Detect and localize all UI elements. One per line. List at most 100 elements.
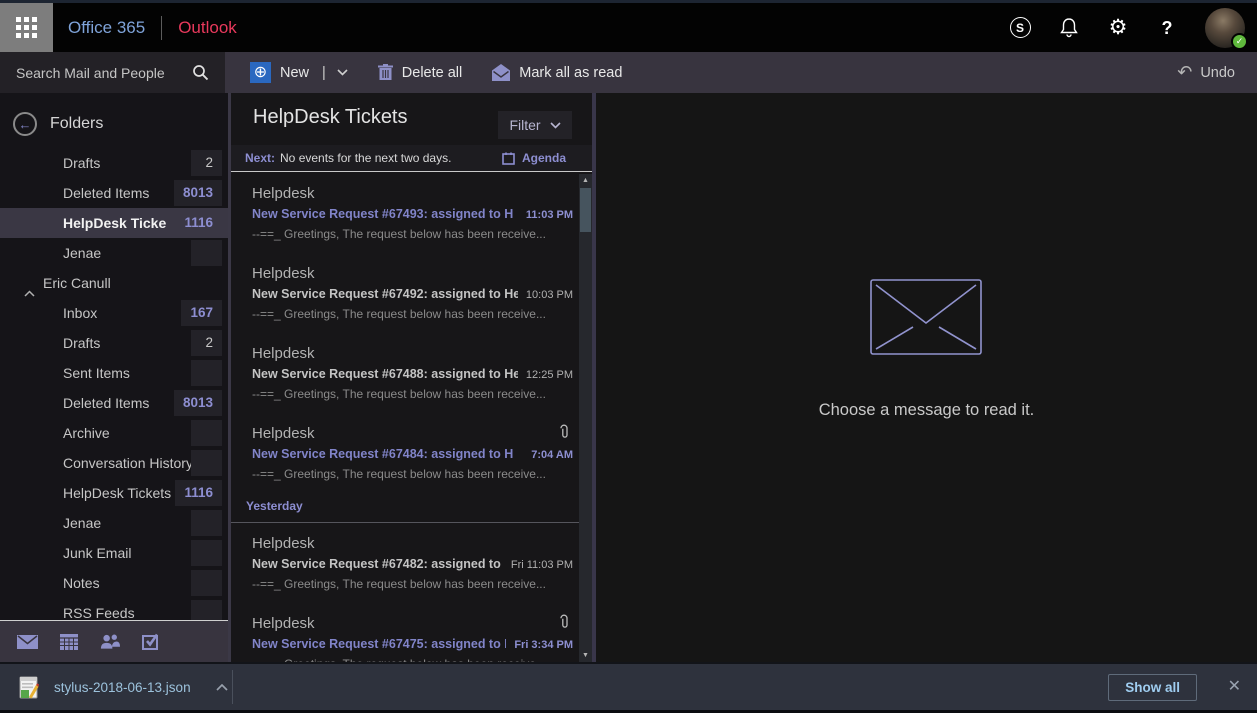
- folder-item[interactable]: Eric Canull: [0, 268, 228, 298]
- mail-module-button[interactable]: [17, 631, 38, 652]
- agenda-prefix: Next:: [245, 151, 275, 165]
- file-icon: [18, 676, 39, 699]
- folder-item[interactable]: Junk Email: [0, 538, 228, 568]
- folder-pane: ← Folders Drafts 2 Deleted Items 8013 He…: [0, 93, 228, 620]
- folders-header[interactable]: ← Folders: [0, 93, 228, 148]
- message-item[interactable]: Helpdesk New Service Request #67493: ass…: [231, 173, 579, 253]
- outlook-app-title: Outlook: [178, 18, 237, 38]
- help-button[interactable]: ?: [1156, 17, 1178, 39]
- message-preview: --==_ Greetings, The request below has b…: [252, 227, 573, 241]
- message-subject: New Service Request #67475: assigned to …: [252, 637, 506, 651]
- message-subject: New Service Request #67493: assigned to …: [252, 207, 518, 221]
- undo-icon: ↶: [1177, 62, 1192, 83]
- folder-item[interactable]: Jenae: [0, 238, 228, 268]
- message-preview: --==_ Greetings, The request below has b…: [252, 307, 573, 321]
- message-item[interactable]: Helpdesk New Service Request #67484: ass…: [231, 413, 579, 493]
- new-message-button[interactable]: ⊕ New |: [250, 62, 348, 83]
- message-item[interactable]: Helpdesk New Service Request #67488: ass…: [231, 333, 579, 413]
- office-365-link[interactable]: Office 365: [68, 18, 145, 38]
- folder-unread-count: [191, 420, 222, 446]
- envelope-outline-icon: [870, 279, 982, 355]
- folder-item[interactable]: Jenae: [0, 508, 228, 538]
- close-downloads-icon[interactable]: ✕: [1228, 676, 1241, 696]
- folder-unread-count: [191, 570, 222, 596]
- folder-unread-count: [191, 540, 222, 566]
- folder-item[interactable]: Drafts 2: [0, 148, 228, 178]
- download-menu-button[interactable]: [216, 684, 228, 691]
- list-title: HelpDesk Tickets: [253, 106, 408, 129]
- downloads-bar: stylus-2018-06-13.json Show all ✕: [0, 662, 1257, 710]
- folder-item[interactable]: Archive: [0, 418, 228, 448]
- scroll-thumb[interactable]: [580, 188, 591, 232]
- notifications-button[interactable]: [1058, 17, 1080, 39]
- message-list-pane: HelpDesk Tickets Filter Next: No events …: [231, 93, 592, 662]
- folder-item[interactable]: Drafts 2: [0, 328, 228, 358]
- folder-item[interactable]: HelpDesk Ticke 1116: [0, 208, 228, 238]
- gear-icon: ⚙: [1109, 17, 1128, 38]
- mail-icon: [17, 635, 38, 649]
- folder-unread-count: 1116: [175, 210, 222, 236]
- message-subject-row: New Service Request #67475: assigned to …: [252, 637, 573, 651]
- message-sender: Helpdesk: [252, 424, 573, 443]
- folder-item[interactable]: Notes: [0, 568, 228, 598]
- message-sender: Helpdesk: [252, 184, 573, 203]
- message-preview: --==_ Greetings, The request below has b…: [252, 577, 573, 591]
- skype-button[interactable]: S: [1009, 17, 1031, 39]
- settings-button[interactable]: ⚙: [1107, 17, 1129, 39]
- folder-item[interactable]: Inbox 167: [0, 298, 228, 328]
- message-time: Fri 11:03 PM: [511, 559, 573, 571]
- undo-label: Undo: [1200, 65, 1235, 81]
- scroll-down-arrow[interactable]: ▼: [579, 650, 592, 661]
- message-preview: --==_ Greetings, The request below has b…: [252, 387, 573, 401]
- message-item[interactable]: Helpdesk New Service Request #67482: ass…: [231, 523, 579, 603]
- folder-unread-count: 2: [191, 330, 222, 356]
- people-module-button[interactable]: [99, 631, 120, 652]
- delete-all-label: Delete all: [402, 65, 462, 81]
- message-item[interactable]: Helpdesk New Service Request #67492: ass…: [231, 253, 579, 333]
- download-item[interactable]: stylus-2018-06-13.json: [18, 664, 228, 710]
- people-icon: [99, 634, 120, 649]
- top-suite-bar: Office 365 Outlook S ⚙ ? ✓: [0, 3, 1257, 52]
- folder-item[interactable]: Deleted Items 8013: [0, 178, 228, 208]
- scroll-up-arrow[interactable]: ▲: [579, 175, 592, 186]
- agenda-bar: Next: No events for the next two days. A…: [231, 145, 592, 172]
- user-avatar[interactable]: ✓: [1205, 8, 1245, 48]
- app-launcher-button[interactable]: [0, 3, 53, 52]
- message-subject-row: New Service Request #67493: assigned to …: [252, 207, 573, 221]
- folder-item[interactable]: RSS Feeds: [0, 598, 228, 620]
- chevron-up-icon: [216, 684, 228, 691]
- folder-item[interactable]: Conversation History: [0, 448, 228, 478]
- folder-unread-count: [191, 600, 222, 620]
- list-scrollbar[interactable]: ▲ ▼: [579, 174, 592, 662]
- tasks-module-button[interactable]: [140, 631, 161, 652]
- message-item[interactable]: Helpdesk New Service Request #67475: ass…: [231, 603, 579, 662]
- search-input[interactable]: Search Mail and People: [0, 52, 225, 93]
- folder-unread-count: 167: [181, 300, 222, 326]
- delete-all-button[interactable]: Delete all: [378, 64, 462, 81]
- folder-item[interactable]: Sent Items: [0, 358, 228, 388]
- message-sender: Helpdesk: [252, 614, 573, 633]
- folder-item[interactable]: Deleted Items 8013: [0, 388, 228, 418]
- outlook-window: Office 365 Outlook S ⚙ ? ✓: [0, 0, 1257, 713]
- trash-icon: [378, 64, 393, 81]
- download-filename: stylus-2018-06-13.json: [54, 680, 191, 695]
- folder-unread-count: 8013: [174, 390, 222, 416]
- filter-button[interactable]: Filter: [498, 111, 572, 139]
- message-subject: New Service Request #67482: assigned to …: [252, 557, 503, 571]
- folder-item[interactable]: HelpDesk Tickets 1116: [0, 478, 228, 508]
- command-buttons: ⊕ New | Delete all: [250, 52, 622, 93]
- calendar-icon: [60, 634, 78, 650]
- folder-unread-count: 1116: [175, 480, 222, 506]
- message-time: 10:03 PM: [526, 289, 573, 301]
- presence-online-badge: ✓: [1231, 33, 1248, 50]
- downloads-divider: [232, 670, 233, 704]
- show-all-downloads-button[interactable]: Show all: [1108, 674, 1197, 701]
- calendar-module-button[interactable]: [58, 631, 79, 652]
- waffle-icon: [16, 17, 37, 38]
- message-time: Fri 3:34 PM: [514, 639, 573, 651]
- paperclip-icon: [559, 614, 569, 634]
- undo-button[interactable]: ↶ Undo: [1177, 52, 1235, 93]
- mark-all-read-button[interactable]: Mark all as read: [492, 64, 622, 81]
- chevron-down-icon[interactable]: [337, 69, 348, 76]
- agenda-button[interactable]: Agenda: [502, 151, 566, 165]
